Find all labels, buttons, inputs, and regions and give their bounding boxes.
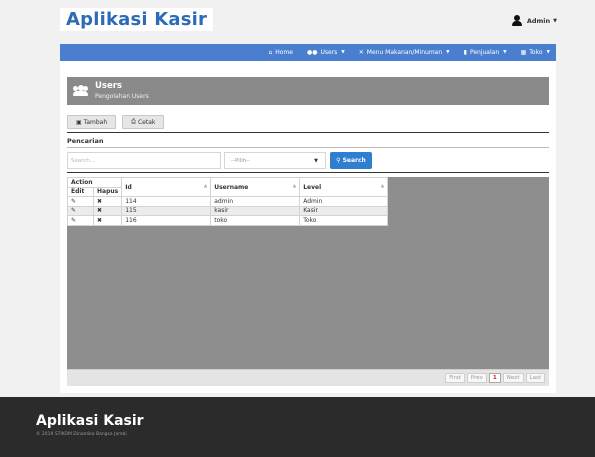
store-icon: ▦ [520, 49, 527, 56]
cell-level: Toko [299, 215, 389, 226]
page-header: Users Pengolahan Users [67, 77, 549, 105]
cell-username: toko [210, 215, 301, 226]
page-title: Users [95, 81, 122, 91]
divider [67, 172, 549, 173]
nav-item-label: Users [320, 49, 338, 56]
filter-select-value: --Pilih-- [231, 157, 251, 164]
cell-level: Admin [299, 196, 389, 207]
chevron-down-icon: ▼ [503, 50, 507, 55]
cell-username: kasir [210, 205, 301, 216]
chevron-down-icon: ▼ [341, 50, 345, 55]
nav-item-toko[interactable]: ▦ Toko ▼ [521, 49, 550, 56]
edit-icon[interactable]: ✎ [67, 196, 94, 207]
table-row: ✎ ✖ 116 toko Toko [67, 215, 389, 226]
cell-username: admin [210, 196, 301, 207]
top-header: Aplikasi Kasir Admin ▼ [0, 0, 595, 44]
edit-icon[interactable]: ✎ [67, 215, 94, 226]
chevron-down-icon: ▼ [446, 50, 450, 55]
user-icon [511, 15, 523, 27]
page-subtitle: Pengolahan Users [95, 93, 149, 100]
chevron-down-icon: ▼ [546, 50, 550, 55]
nav-item-users[interactable]: ●● Users ▼ [307, 49, 345, 56]
search-button-label: Search [342, 157, 366, 164]
pager-prev-button[interactable]: Prev [466, 373, 487, 383]
nav-item-label: Home [275, 49, 293, 56]
main-nav: ⌂ Home ●● Users ▼ ✕ Menu Makanan/Minuman… [60, 44, 556, 61]
users-table: Action Id ▲ Username ▲ Level ▲ Edit Hapus ✎… [66, 177, 389, 226]
search-input[interactable] [67, 152, 221, 169]
nav-item-label: Toko [529, 49, 543, 56]
nav-item-penjualan[interactable]: ▮ Penjualan ▼ [464, 49, 507, 56]
cell-id: 115 [121, 205, 212, 216]
table-row: ✎ ✖ 114 admin Admin [67, 196, 389, 207]
pager-next-button[interactable]: Next [502, 373, 524, 383]
printer-icon: ⎙ [131, 118, 136, 125]
page-footer: Aplikasi Kasir © 2019 STIKOM Dinamika Ba… [0, 397, 595, 457]
search-icon: ⚲ [336, 157, 341, 164]
pagination: First Prev 1 Next Last [443, 373, 545, 383]
search-section-label: Pencarian [67, 137, 104, 145]
column-header-id[interactable]: Id ▲ [121, 177, 212, 197]
sort-icon: ▲ [203, 183, 208, 189]
home-icon: ⌂ [268, 49, 273, 56]
bar-chart-icon: ▮ [463, 49, 467, 56]
filter-select[interactable]: --Pilih-- ▼ [224, 152, 326, 169]
toolbar: ▣ Tambah ⎙ Cetak [67, 115, 170, 129]
users-grid: Action Id ▲ Username ▲ Level ▲ Edit Hapus ✎… [66, 177, 549, 386]
footer-brand: Aplikasi Kasir [36, 413, 144, 429]
divider [67, 132, 549, 133]
add-button-label: Tambah [83, 118, 108, 126]
sort-icon: ▲ [292, 183, 297, 189]
column-header-level[interactable]: Level ▲ [299, 177, 389, 197]
divider [67, 147, 549, 148]
column-header-hapus: Hapus [92, 186, 123, 197]
delete-icon[interactable]: ✖ [92, 215, 123, 226]
plus-square-icon: ▣ [76, 118, 82, 126]
column-header-action: Action [66, 177, 123, 188]
sort-icon: ▲ [380, 183, 385, 189]
cell-id: 114 [121, 196, 212, 207]
delete-icon[interactable]: ✖ [92, 205, 123, 216]
users-icon [73, 85, 88, 97]
table-row: ✎ ✖ 115 kasir Kasir [67, 205, 389, 216]
nav-item-label: Penjualan [469, 49, 500, 56]
column-header-edit: Edit [67, 186, 94, 197]
delete-icon[interactable]: ✖ [92, 196, 123, 207]
users-icon: ●● [307, 49, 318, 56]
print-button[interactable]: ⎙ Cetak [122, 115, 165, 129]
utensils-icon: ✕ [358, 49, 364, 56]
nav-item-label: Menu Makanan/Minuman [366, 49, 443, 56]
add-button[interactable]: ▣ Tambah [67, 115, 117, 129]
pager-first-button[interactable]: First [445, 373, 465, 383]
chevron-down-icon: ▼ [553, 18, 557, 24]
main-content: Users Pengolahan Users ▣ Tambah ⎙ Cetak … [60, 61, 556, 393]
nav-item-menu-makanan[interactable]: ✕ Menu Makanan/Minuman ▼ [359, 49, 450, 56]
grid-footer: First Prev 1 Next Last [67, 369, 549, 386]
user-menu[interactable]: Admin ▼ [511, 15, 557, 27]
search-button[interactable]: ⚲ Search [330, 152, 372, 169]
print-button-label: Cetak [137, 118, 156, 126]
user-menu-label: Admin [526, 17, 551, 25]
pager-last-button[interactable]: Last [525, 373, 545, 383]
cell-level: Kasir [299, 205, 389, 216]
app-brand[interactable]: Aplikasi Kasir [60, 8, 214, 31]
footer-copyright: © 2019 STIKOM Dinamika Bangsa Jambi [36, 432, 127, 437]
column-header-username[interactable]: Username ▲ [210, 177, 301, 197]
pager-current-page[interactable]: 1 [488, 373, 501, 383]
edit-icon[interactable]: ✎ [67, 205, 94, 216]
cell-id: 116 [121, 215, 212, 226]
chevron-down-icon: ▼ [314, 158, 318, 164]
nav-item-home[interactable]: ⌂ Home [268, 49, 293, 56]
